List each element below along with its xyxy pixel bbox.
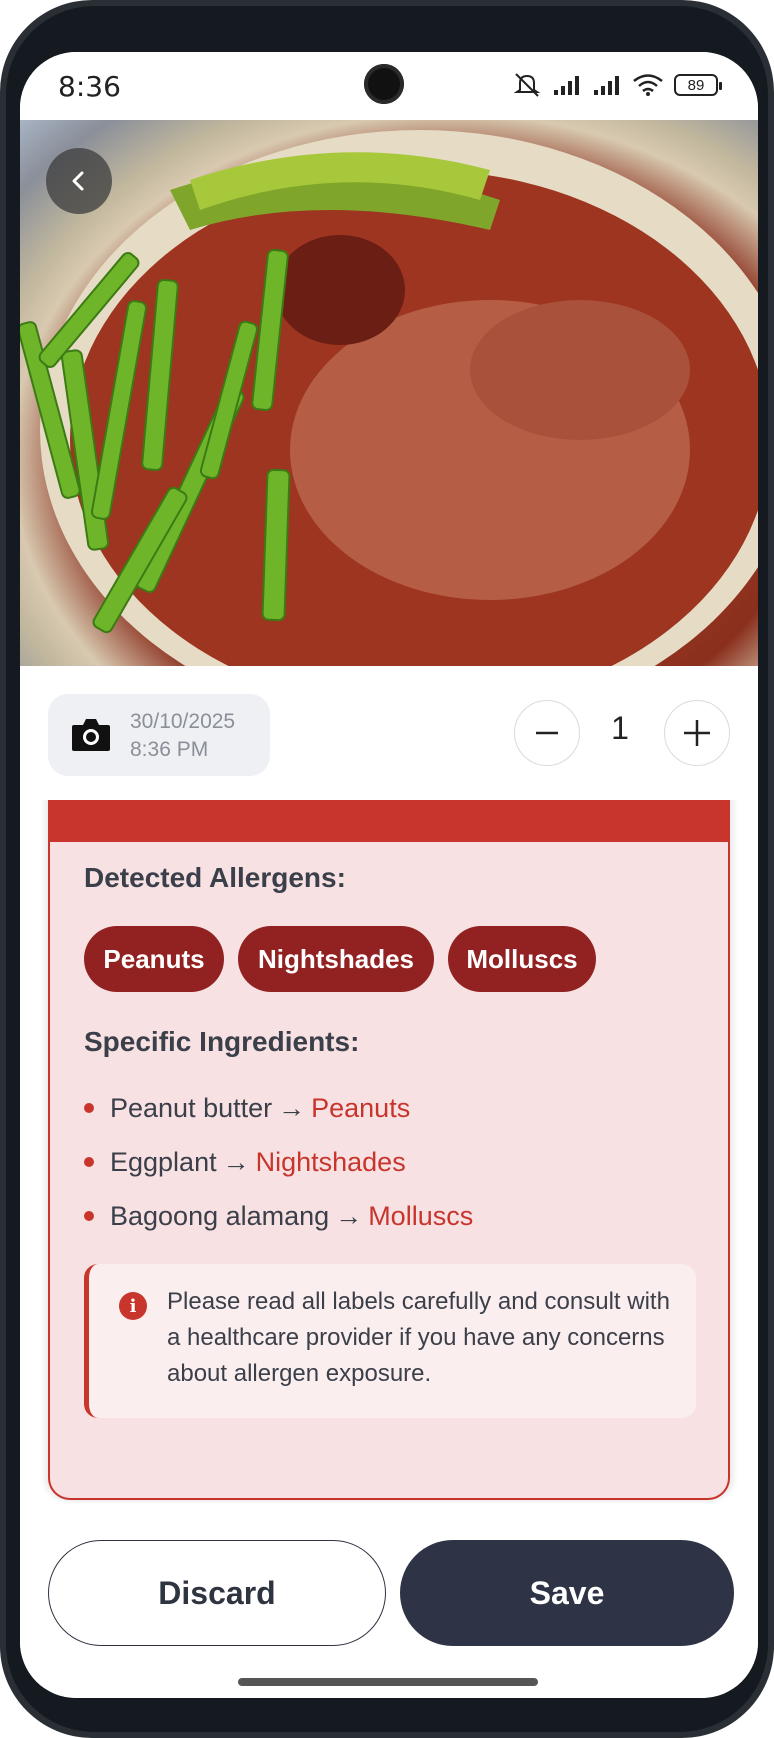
meal-time: 8:36 PM (130, 738, 209, 761)
action-bar: Discard Save (20, 1504, 758, 1698)
arrow-right-icon: → (335, 1200, 363, 1231)
ingredient-allergen: Molluscs (368, 1200, 474, 1231)
home-indicator[interactable] (238, 1678, 538, 1686)
detected-allergens-title: Detected Allergens: (84, 862, 346, 893)
battery-level: 89 (687, 76, 705, 94)
meal-date: 30/10/2025 (130, 710, 236, 733)
phone-device: 8:36 89 30/10/2025 8:36 PM 1 Detected Al… (0, 0, 774, 1738)
signal-icon (554, 76, 579, 95)
ingredient-item: Peanut butter → Peanuts (84, 1088, 410, 1128)
specific-ingredients-title: Specific Ingredients: (84, 1026, 360, 1057)
back-button[interactable] (46, 148, 112, 214)
minus-icon (536, 731, 558, 735)
bullet-dot (84, 1157, 94, 1167)
battery-indicator: 89 (674, 74, 722, 96)
ingredient-item: Bagoong alamang → Molluscs (84, 1196, 473, 1236)
screen: 8:36 89 30/10/2025 8:36 PM 1 Detected Al… (20, 52, 758, 1698)
meal-photo-illustration (20, 130, 758, 666)
bullet-dot (84, 1211, 94, 1221)
allergen-pill-peanuts[interactable]: Peanuts (84, 926, 224, 992)
save-button[interactable]: Save (400, 1540, 734, 1646)
quantity-value: 1 (611, 710, 629, 746)
status-time: 8:36 (58, 70, 121, 103)
mute-icon (513, 73, 541, 97)
bullet-dot (84, 1103, 94, 1113)
disclaimer-text: Please read all labels carefully and con… (167, 1288, 670, 1387)
timestamp-chip: 30/10/2025 8:36 PM (48, 694, 270, 776)
allergen-pill-nightshades[interactable]: Nightshades (238, 926, 434, 992)
ingredient-allergen: Nightshades (255, 1146, 406, 1177)
allergen-card: Detected Allergens: Peanuts Nightshades … (48, 800, 730, 1500)
ingredient-name: Peanut butter (110, 1092, 273, 1123)
discard-button[interactable]: Discard (48, 1540, 386, 1646)
ingredient-allergen: Peanuts (311, 1092, 411, 1123)
status-icons: 89 (512, 72, 722, 98)
ingredient-name: Bagoong alamang (110, 1200, 330, 1231)
plus-icon (684, 720, 710, 746)
increase-quantity-button[interactable] (664, 700, 730, 766)
arrow-right-icon: → (278, 1092, 306, 1123)
chevron-left-icon (72, 171, 84, 191)
meal-photo (20, 120, 758, 666)
front-camera (364, 64, 404, 104)
signal-icon-2 (594, 76, 619, 95)
status-bar: 8:36 89 (20, 52, 758, 120)
info-icon: i (119, 1292, 147, 1320)
camera-icon (72, 719, 110, 751)
wifi-icon (633, 74, 663, 96)
ingredient-name: Eggplant (110, 1146, 217, 1177)
allergen-disclaimer: i Please read all labels carefully and c… (84, 1264, 696, 1418)
decrease-quantity-button[interactable] (514, 700, 580, 766)
ingredient-item: Eggplant → Nightshades (84, 1142, 406, 1182)
allergen-pill-molluscs[interactable]: Molluscs (448, 926, 596, 992)
allergen-scroll-area[interactable]: Detected Allergens: Peanuts Nightshades … (20, 800, 758, 1504)
allergen-card-header (50, 800, 728, 842)
meal-meta-row: 30/10/2025 8:36 PM 1 (20, 666, 758, 800)
arrow-right-icon: → (222, 1146, 250, 1177)
